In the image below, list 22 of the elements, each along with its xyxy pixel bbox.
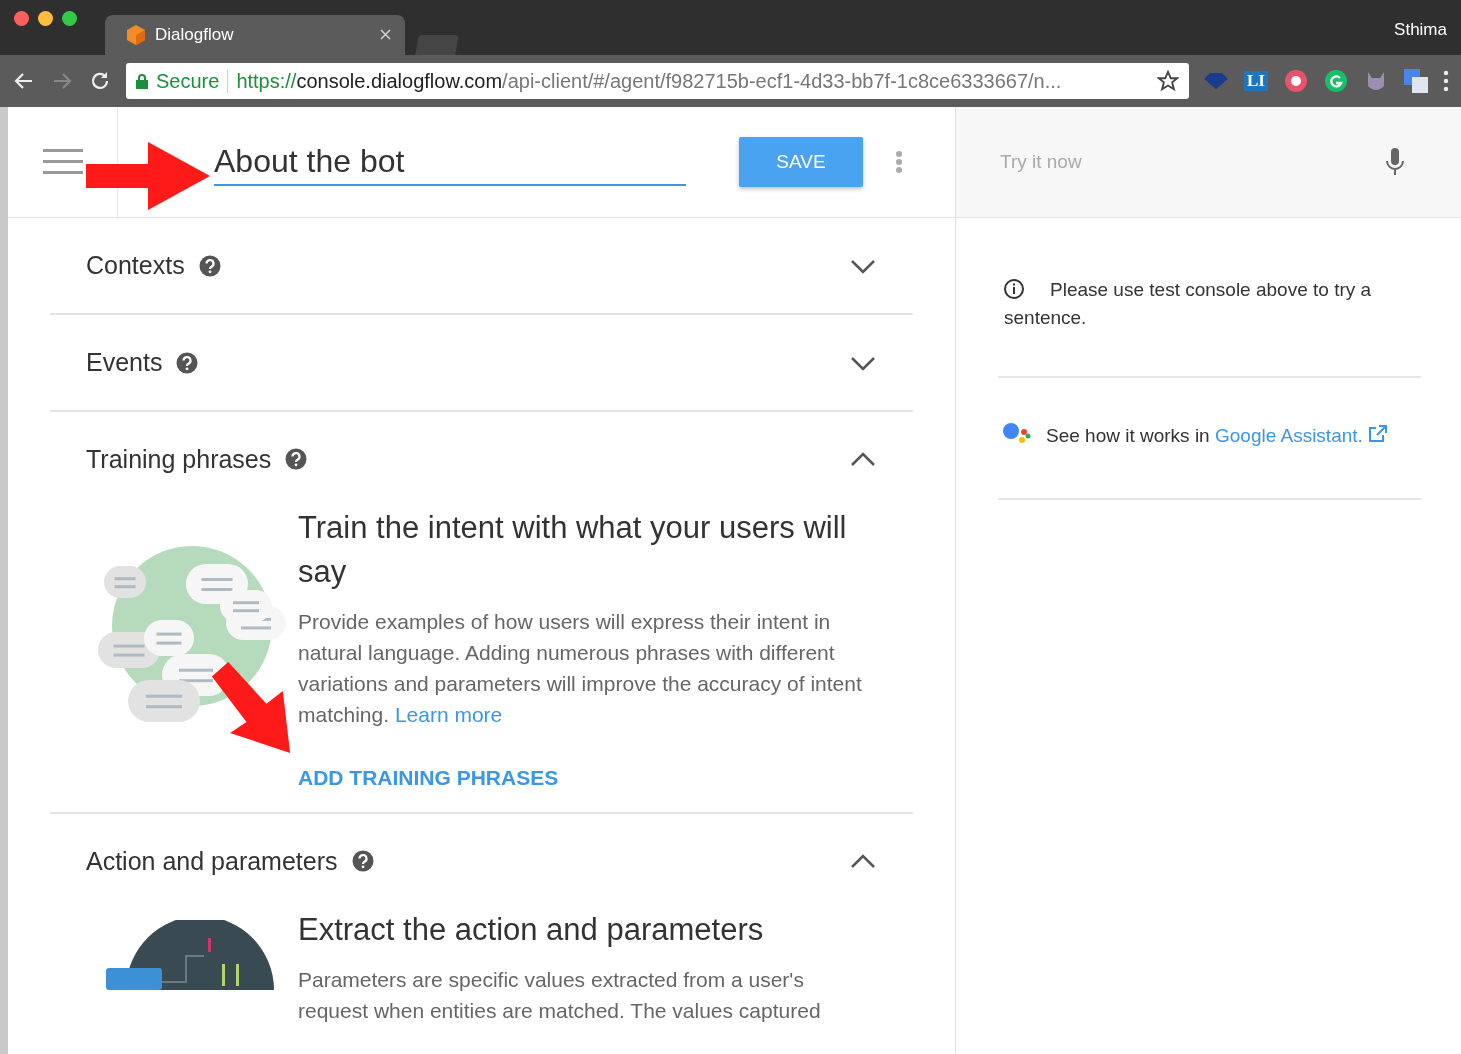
secure-label: Secure	[156, 69, 229, 93]
section-heading: Train the intent with what your users will say	[298, 509, 848, 591]
section-title: Events	[86, 348, 163, 377]
url-text: https://console.dialogflow.com/api-client/#/agent/f982715b-ecf1-4d33-bb7f-1c8ce6333667/n...	[236, 69, 1063, 93]
extension-label[interactable]: LI	[1244, 71, 1268, 91]
save-button[interactable]: SAVE	[739, 137, 863, 187]
section-description: Parameters are specific values extracted from a user's request when entities are matched. The values captured	[298, 967, 822, 1024]
section-heading: Extract the action and parameters	[298, 911, 765, 949]
google-assistant-link[interactable]: Google Assistant.	[1214, 425, 1389, 446]
profile-name[interactable]: Sthima	[1394, 20, 1447, 40]
section-description: Provide examples of how users will express their intent in natural language. Adding numerous phrases with different variations and parameters will improve the accuracy of intent matching. Learn more	[298, 609, 863, 728]
info-message: Please use test console above to try a sentence.	[1004, 278, 1373, 330]
add-training-phrases-button[interactable]: ADD TRAINING PHRASES	[298, 766, 559, 790]
learn-more-link[interactable]: Learn more	[394, 703, 503, 726]
tab-title: Dialogflow	[155, 25, 235, 45]
section-title: Action and parameters	[86, 846, 338, 876]
section-title: Training phrases	[86, 444, 272, 474]
try-it-field[interactable]: Try it now	[998, 150, 1385, 174]
assistant-message: See how it works in Google Assistant.	[1046, 422, 1389, 450]
address-bar[interactable]: Secure https://console.dialogflow.com/api-client/#/agent/f982715b-ecf1-4d33-bb7f-1c8ce6333667/n...	[126, 63, 1189, 99]
browser-tab[interactable]: Dialogflow	[105, 15, 405, 55]
section-title: Contexts	[86, 251, 185, 280]
